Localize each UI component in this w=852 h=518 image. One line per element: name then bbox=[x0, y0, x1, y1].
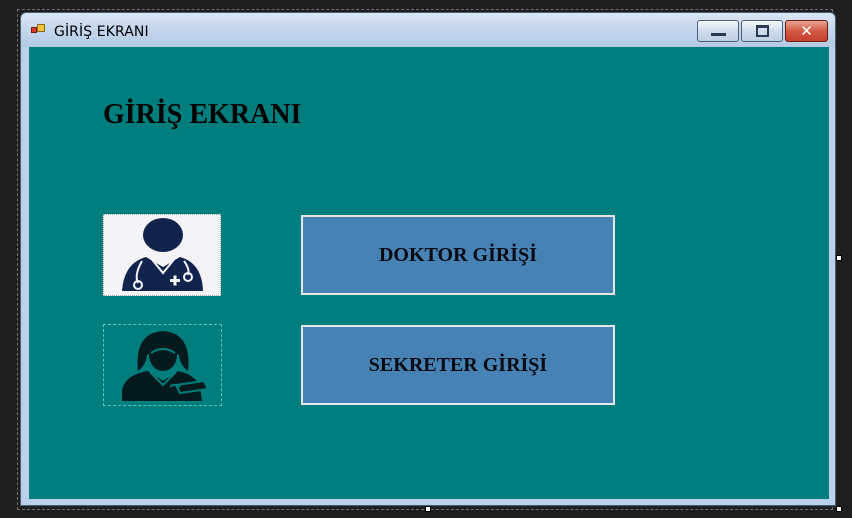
form-icon bbox=[31, 24, 45, 36]
minimize-button[interactable] bbox=[697, 20, 739, 42]
form-client-area: GİRİŞ EKRANI DOKTOR GİRİŞİ SEKRETER GİRİ… bbox=[29, 47, 829, 499]
close-button[interactable]: ✕ bbox=[785, 20, 828, 42]
minimize-icon bbox=[711, 33, 726, 36]
doctor-login-button[interactable]: DOKTOR GİRİŞİ bbox=[301, 215, 615, 295]
doctor-login-label: DOKTOR GİRİŞİ bbox=[378, 243, 537, 266]
title-bar[interactable]: GİRİŞ EKRANI ✕ bbox=[21, 13, 835, 47]
secretary-picture bbox=[103, 324, 222, 406]
maximize-button[interactable] bbox=[741, 20, 783, 42]
secretary-login-button[interactable]: SEKRETER GİRİŞİ bbox=[301, 325, 615, 405]
secretary-icon bbox=[122, 331, 210, 401]
secretary-login-label: SEKRETER GİRİŞİ bbox=[368, 353, 548, 376]
resize-handle-right[interactable] bbox=[836, 255, 842, 261]
maximize-icon bbox=[756, 25, 769, 37]
login-window: GİRİŞ EKRANI ✕ GİRİŞ EKRANI DOKTOR GİRİŞ… bbox=[20, 12, 836, 506]
page-title: GİRİŞ EKRANI bbox=[103, 99, 302, 130]
doctor-icon bbox=[122, 218, 203, 291]
window-title: GİRİŞ EKRANI bbox=[54, 24, 149, 40]
close-icon: ✕ bbox=[800, 22, 813, 40]
resize-handle-bottom[interactable] bbox=[425, 506, 431, 512]
doctor-picture bbox=[103, 214, 221, 296]
resize-handle-corner[interactable] bbox=[836, 506, 842, 512]
